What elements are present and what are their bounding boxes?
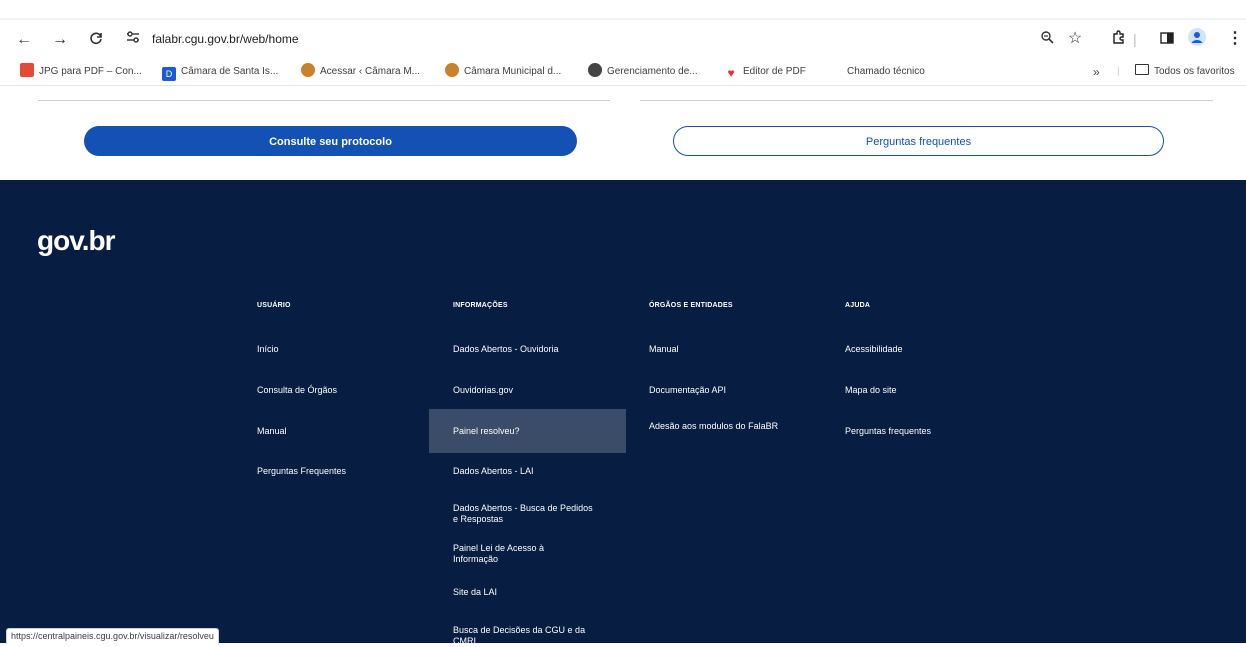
footer-link-painel-resolveu[interactable]: Painel resolveu? bbox=[453, 426, 520, 437]
bookmark-divider: | bbox=[1117, 66, 1120, 77]
bookmark-chamado-tecnico[interactable]: Chamado técnico bbox=[847, 63, 925, 81]
zoom-icon[interactable] bbox=[1036, 28, 1058, 50]
heart-icon: ♥ bbox=[727, 66, 735, 80]
footer-link-dados-lai[interactable]: Dados Abertos - LAI bbox=[453, 466, 534, 477]
bookmark-camara-santa[interactable]: D Câmara de Santa Is... bbox=[162, 63, 278, 81]
footer-link-adesao-modulos[interactable]: Adesão aos modulos do FalaBR bbox=[649, 421, 784, 432]
extensions-icon[interactable] bbox=[1107, 28, 1129, 50]
site-settings-icon[interactable] bbox=[124, 30, 142, 48]
toolbar-divider: | bbox=[1133, 31, 1137, 47]
footer-link-busca-pedidos[interactable]: Dados Abertos - Busca de Pedidos e Respo… bbox=[453, 503, 593, 525]
tab-strip bbox=[0, 0, 1246, 20]
footer-link-acessibilidade[interactable]: Acessibilidade bbox=[845, 344, 903, 355]
bookmark-camara-municipal[interactable]: Câmara Municipal d... bbox=[445, 63, 561, 81]
faq-button[interactable]: Perguntas frequentes bbox=[673, 126, 1164, 156]
footer-heading-ajuda: AJUDA bbox=[845, 302, 871, 309]
globe-icon bbox=[588, 63, 602, 77]
consult-protocol-button[interactable]: Consulte seu protocolo bbox=[84, 126, 577, 156]
footer-heading-orgaos: ÓRGÃOS E ENTIDADES bbox=[649, 302, 733, 309]
browser-menu-icon[interactable]: ⋮ bbox=[1224, 28, 1246, 50]
footer-link-mapa-site[interactable]: Mapa do site bbox=[845, 385, 897, 396]
status-bar-url: https://centralpaineis.cgu.gov.br/visual… bbox=[6, 628, 219, 644]
forward-icon[interactable]: → bbox=[48, 28, 72, 52]
crest-icon bbox=[445, 63, 459, 77]
url-text[interactable]: falabr.cgu.gov.br/web/home bbox=[152, 29, 299, 49]
folder-icon bbox=[1135, 64, 1149, 75]
footer-heading-informacoes: INFORMAÇÕES bbox=[453, 302, 508, 309]
divider-right bbox=[640, 100, 1213, 101]
d-logo-icon: D bbox=[162, 67, 176, 81]
footer-link-ouvidorias-gov[interactable]: Ouvidorias.gov bbox=[453, 385, 513, 396]
bookmark-acessar-camara[interactable]: Acessar ‹ Câmara M... bbox=[301, 63, 420, 81]
footer-link-painel-lai[interactable]: Painel Lei de Acesso à Informação bbox=[453, 543, 583, 565]
footer-link-dados-ouvidoria[interactable]: Dados Abertos - Ouvidoria bbox=[453, 344, 559, 355]
pdf-icon bbox=[20, 63, 34, 77]
footer-heading-usuario: USUÁRIO bbox=[257, 302, 291, 309]
bookmark-star-icon[interactable]: ☆ bbox=[1064, 28, 1086, 50]
bookmark-editor-pdf[interactable]: ♥ Editor de PDF bbox=[724, 63, 805, 81]
divider-left bbox=[38, 100, 610, 101]
govbr-logo[interactable]: gov.br bbox=[37, 225, 115, 257]
reload-icon[interactable] bbox=[84, 28, 108, 52]
footer-link-perguntas-frequentes[interactable]: Perguntas frequentes bbox=[845, 426, 931, 437]
footer-link-consulta-orgaos[interactable]: Consulta de Órgãos bbox=[257, 385, 337, 396]
crest-icon bbox=[301, 63, 315, 77]
footer-link-manual-orgaos[interactable]: Manual bbox=[649, 344, 679, 355]
profile-avatar-icon[interactable] bbox=[1186, 28, 1208, 50]
footer-link-manual[interactable]: Manual bbox=[257, 426, 287, 437]
side-panel-icon[interactable] bbox=[1156, 28, 1178, 50]
more-bookmarks-icon[interactable]: » bbox=[1093, 63, 1100, 81]
footer-link-busca-decisoes[interactable]: Busca de Decisões da CGU e da CMRI bbox=[453, 625, 598, 647]
all-bookmarks-folder[interactable]: Todos os favoritos bbox=[1135, 63, 1235, 81]
bookmark-gerenciamento[interactable]: Gerenciamento de... bbox=[588, 63, 698, 81]
footer-link-inicio[interactable]: Início bbox=[257, 344, 279, 355]
back-icon[interactable]: ← bbox=[12, 28, 36, 52]
footer-link-documentacao-api[interactable]: Documentação API bbox=[649, 385, 726, 396]
bookmark-jpg-para-pdf[interactable]: JPG para PDF – Con... bbox=[20, 63, 142, 81]
footer-link-perguntas[interactable]: Perguntas Frequentes bbox=[257, 466, 346, 477]
tab-strip-edge bbox=[0, 18, 1246, 20]
footer-link-site-lai[interactable]: Site da LAI bbox=[453, 587, 497, 598]
